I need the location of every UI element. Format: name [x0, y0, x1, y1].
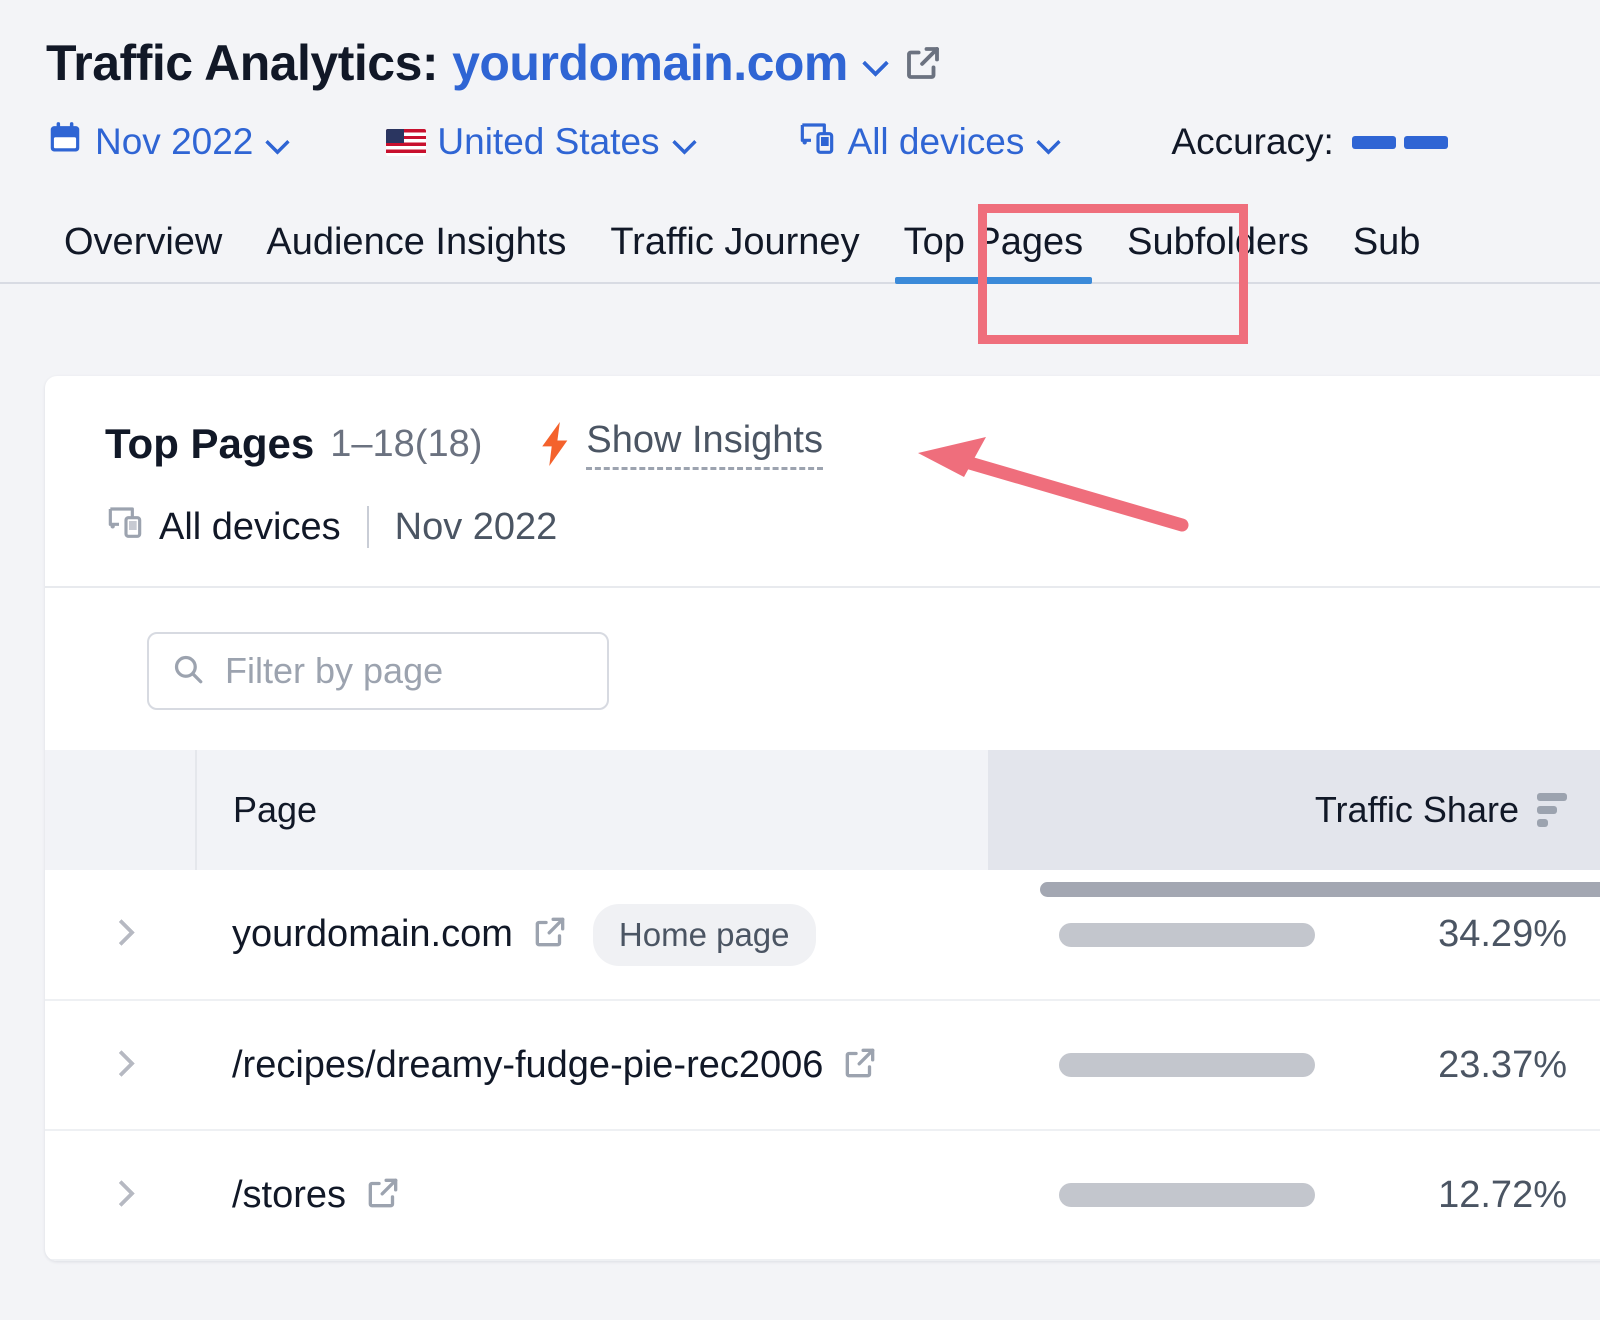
domain-name[interactable]: yourdomain.com: [452, 34, 848, 92]
tab-subdomains[interactable]: Sub: [1331, 221, 1443, 282]
card-title: Top Pages: [105, 420, 314, 468]
chevron-right-icon[interactable]: [110, 921, 132, 943]
chevron-down-icon[interactable]: [1036, 130, 1060, 154]
column-header-traffic-share[interactable]: Traffic Share: [988, 750, 1600, 870]
expand-row-button[interactable]: [45, 1130, 196, 1260]
calendar-icon: [46, 119, 84, 166]
expand-row-button[interactable]: [45, 870, 196, 1000]
cell-page: /stores: [196, 1130, 988, 1260]
chevron-down-icon[interactable]: [672, 130, 696, 154]
page-title: Traffic Analytics:: [46, 34, 438, 92]
external-link-icon[interactable]: [902, 42, 944, 84]
traffic-share-bar: [1059, 1053, 1315, 1077]
chevron-down-icon[interactable]: [265, 130, 289, 154]
global-filters: Nov 2022 United States: [46, 106, 1600, 178]
top-pages-table: Page Traffic Share yo: [45, 750, 1600, 1261]
cell-traffic-share: 12.72%: [988, 1130, 1600, 1260]
chevron-right-icon[interactable]: [110, 1182, 132, 1204]
show-insights-control[interactable]: Show Insights: [538, 419, 823, 470]
accuracy-bar-segment: [1352, 136, 1396, 149]
traffic-share-bar: [1059, 1183, 1315, 1207]
device-filter-label: All devices: [848, 121, 1025, 163]
chevron-down-icon[interactable]: [862, 50, 888, 76]
chevron-right-icon[interactable]: [110, 1052, 132, 1074]
cell-page: yourdomain.com Home page: [196, 870, 988, 1000]
external-link-icon[interactable]: [531, 913, 569, 956]
us-flag-icon: [386, 129, 426, 156]
search-input-placeholder: Filter by page: [225, 650, 443, 692]
search-input[interactable]: Filter by page: [147, 632, 609, 710]
page-title-row: Traffic Analytics: yourdomain.com: [46, 26, 1600, 100]
external-link-icon[interactable]: [364, 1174, 402, 1217]
card-date-label: Nov 2022: [395, 506, 558, 549]
page-badge: Home page: [593, 904, 816, 966]
traffic-share-bar: [1059, 923, 1315, 947]
horizontal-scrollbar[interactable]: [1040, 882, 1600, 897]
table-header-row: Page Traffic Share: [45, 750, 1600, 870]
card-header: Top Pages 1–18(18) Show Insights: [45, 376, 1600, 588]
filter-zone: Filter by page: [45, 588, 1600, 750]
top-pages-card: Top Pages 1–18(18) Show Insights: [45, 376, 1600, 1261]
page-header: Traffic Analytics: yourdomain.com Nov 20…: [0, 0, 1600, 178]
devices-icon: [797, 118, 837, 167]
tab-subfolders[interactable]: Subfolders: [1105, 221, 1331, 282]
card-device-label: All devices: [159, 506, 341, 549]
traffic-share-value: 23.37%: [1371, 1044, 1567, 1087]
date-filter-label: Nov 2022: [95, 121, 253, 163]
search-icon: [171, 652, 205, 691]
sort-descending-icon[interactable]: [1537, 793, 1567, 827]
date-filter[interactable]: Nov 2022: [46, 119, 290, 166]
tab-bar: Overview Audience Insights Traffic Journ…: [0, 192, 1600, 284]
page-url[interactable]: yourdomain.com: [232, 913, 513, 956]
accuracy-bar-segment: [1404, 136, 1448, 149]
accuracy-meter: [1352, 136, 1448, 149]
page-url[interactable]: /stores: [232, 1174, 346, 1217]
country-filter-label: United States: [437, 121, 659, 163]
table-row[interactable]: /recipes/dreamy-fudge-pie-rec2006: [45, 1000, 1600, 1130]
country-filter[interactable]: United States: [386, 121, 696, 163]
column-header-traffic-share-label: Traffic Share: [1315, 789, 1519, 831]
divider: [367, 506, 369, 548]
card-result-count: 1–18(18): [330, 423, 482, 466]
page-url[interactable]: /recipes/dreamy-fudge-pie-rec2006: [232, 1044, 823, 1087]
accuracy-label: Accuracy:: [1171, 121, 1333, 163]
lightning-bolt-icon: [538, 422, 572, 466]
card-subheader: All devices Nov 2022: [105, 502, 1600, 552]
scrollbar-thumb[interactable]: [1040, 882, 1600, 897]
traffic-share-value: 12.72%: [1371, 1174, 1567, 1217]
table-row[interactable]: /stores: [45, 1130, 1600, 1260]
expand-column-header: [45, 750, 196, 870]
traffic-share-value: 34.29%: [1371, 913, 1567, 956]
cell-page: /recipes/dreamy-fudge-pie-rec2006: [196, 1000, 988, 1130]
cell-traffic-share: 23.37%: [988, 1000, 1600, 1130]
tab-top-pages[interactable]: Top Pages: [882, 221, 1106, 282]
show-insights-link[interactable]: Show Insights: [586, 419, 823, 470]
external-link-icon[interactable]: [841, 1044, 879, 1087]
tab-traffic-journey[interactable]: Traffic Journey: [588, 221, 881, 282]
device-filter[interactable]: All devices: [797, 118, 1062, 167]
tab-audience-insights[interactable]: Audience Insights: [244, 221, 588, 282]
devices-icon: [105, 502, 145, 552]
tab-overview[interactable]: Overview: [42, 221, 244, 282]
column-header-page[interactable]: Page: [196, 750, 988, 870]
expand-row-button[interactable]: [45, 1000, 196, 1130]
